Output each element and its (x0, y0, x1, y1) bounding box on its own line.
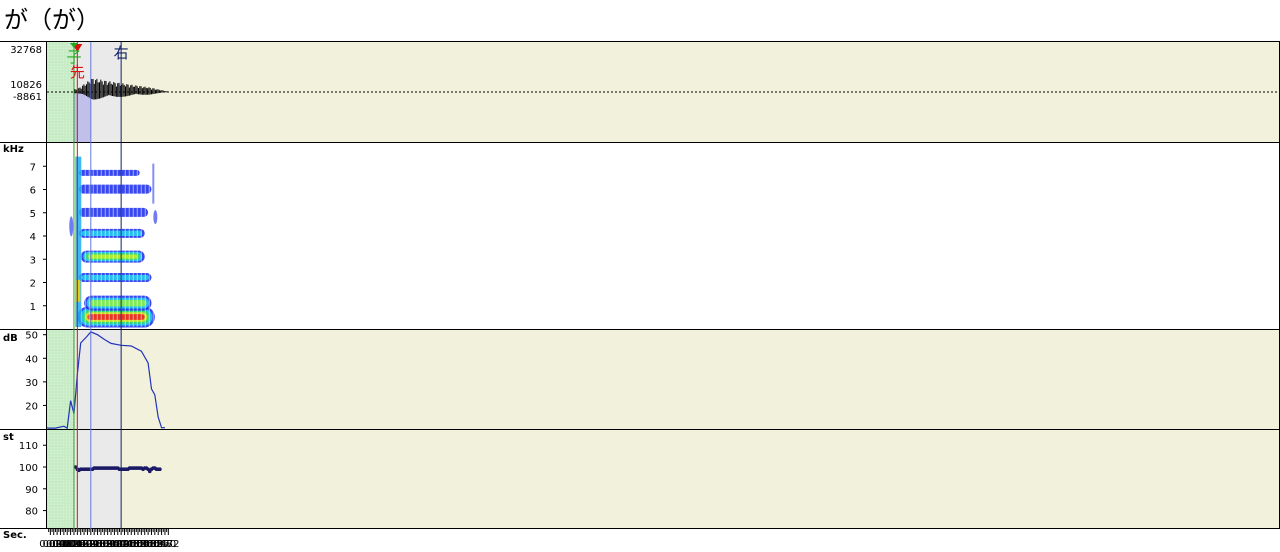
green-region-hatch-inten (47, 330, 74, 429)
red-cursor-label: 先 (70, 63, 85, 81)
intensity-tick: 40 (25, 354, 38, 365)
speech-analysis-chart[interactable]: 子先右 3276810826-8861kHz1234567dB20304050s… (0, 0, 1280, 552)
pitch-point (158, 467, 162, 472)
selection-region (73, 92, 91, 142)
time-axis-unit: Sec. (3, 530, 27, 541)
pitch-tick: 90 (25, 485, 38, 496)
beige-region-inten (121, 330, 1279, 429)
pitch-tick: 110 (19, 441, 38, 452)
navy-cursor-label: 右 (114, 44, 129, 62)
time-tick-label: 0.72 (157, 539, 179, 550)
spectrogram-panel-bg (47, 143, 1279, 329)
pitch-tick: 80 (25, 507, 38, 518)
waveform-y-label: -8861 (13, 92, 42, 103)
intensity-tick: 30 (25, 378, 38, 389)
waveform-y-label: 10826 (10, 80, 42, 91)
spectrogram-tick: 2 (30, 279, 36, 290)
spectrogram-tick: 6 (30, 186, 36, 197)
formant-band-0-4 (87, 314, 145, 320)
time-axis-bg (0, 529, 1280, 550)
waveform-max-label: 32768 (10, 45, 42, 56)
intensity-unit: dB (3, 333, 18, 344)
intensity-tick: 50 (25, 331, 38, 342)
pitch-tick: 100 (19, 463, 38, 474)
noise-streak (152, 163, 155, 204)
noise-blob (153, 210, 158, 225)
green-region-hatch-pitch (47, 430, 74, 528)
formant-band-2-1 (81, 274, 149, 281)
pitch-unit: st (3, 432, 14, 443)
spectrogram-tick: 3 (30, 255, 36, 266)
spectrogram-tick: 1 (30, 302, 36, 313)
spectrogram-tick: 4 (30, 232, 36, 243)
beige-region-pitch (121, 430, 1279, 528)
noise-blob (69, 216, 74, 237)
spectrogram-unit: kHz (3, 144, 24, 155)
spectrogram-tick: 7 (30, 162, 36, 173)
spectrogram-tick: 5 (30, 209, 36, 220)
intensity-tick: 20 (25, 401, 38, 412)
